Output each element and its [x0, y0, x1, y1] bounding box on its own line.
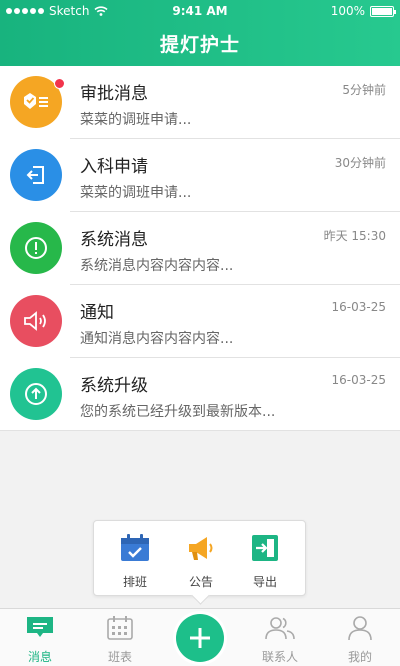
message-title: 系统升级	[80, 376, 148, 396]
calendar-check-icon	[121, 534, 149, 561]
tab-label: 消息	[27, 650, 52, 664]
message-icon	[27, 617, 53, 637]
message-preview: 菜菜的调班申请...	[80, 112, 192, 128]
message-preview: 系统消息内容内容内容...	[80, 258, 234, 274]
export-action-button[interactable]: 导出	[240, 533, 290, 590]
export-icon	[252, 535, 278, 561]
tab-profile[interactable]: 我的	[330, 615, 390, 665]
message-title: 系统消息	[80, 230, 148, 250]
status-bar: Sketch 9:41 AM 100%	[0, 0, 400, 22]
app-header: Sketch 9:41 AM 100% 提灯护士	[0, 0, 400, 66]
message-time: 昨天 15:30	[323, 229, 386, 243]
battery-percent: 100%	[330, 4, 365, 18]
message-title: 入科申请	[80, 157, 148, 177]
battery-icon	[370, 5, 396, 17]
message-preview: 菜菜的调班申请...	[80, 185, 192, 201]
megaphone-icon	[189, 537, 213, 560]
message-time: 30分钟前	[334, 156, 386, 170]
profile-icon	[348, 616, 372, 641]
quick-action-popup: 排班 公告 导出	[93, 520, 306, 596]
message-row-enter-department[interactable]: 入科申请 30分钟前 菜菜的调班申请...	[0, 139, 400, 212]
message-title: 通知	[80, 303, 114, 323]
plus-icon	[190, 628, 210, 648]
message-time: 16-03-25	[331, 300, 386, 314]
tab-label: 班表	[107, 650, 132, 664]
speaker-icon	[10, 295, 62, 347]
contacts-icon	[265, 617, 295, 640]
enter-department-icon	[10, 149, 62, 201]
message-time: 16-03-25	[331, 373, 386, 387]
page-title: 提灯护士	[159, 34, 240, 56]
upgrade-icon	[10, 368, 62, 420]
tab-contacts[interactable]: 联系人	[250, 615, 310, 665]
schedule-action-label: 排班	[122, 575, 147, 589]
tab-messages[interactable]: 消息	[10, 615, 70, 665]
export-action-label: 导出	[252, 575, 277, 589]
message-time: 5分钟前	[342, 83, 386, 97]
announcement-action-label: 公告	[188, 575, 213, 589]
tab-label: 联系人	[261, 650, 298, 664]
message-preview: 通知消息内容内容内容...	[80, 331, 234, 347]
announcement-action-button[interactable]: 公告	[176, 533, 226, 590]
message-list: 审批消息 5分钟前 菜菜的调班申请... 入科申请 30分钟前 菜菜的调班申请.…	[0, 66, 400, 431]
alert-icon	[10, 222, 62, 274]
unread-badge	[54, 78, 65, 89]
schedule-action-button[interactable]: 排班	[110, 533, 160, 590]
message-title: 审批消息	[80, 84, 148, 104]
message-row-upgrade[interactable]: 系统升级 16-03-25 您的系统已经升级到最新版本...	[0, 358, 400, 431]
message-row-system[interactable]: 系统消息 昨天 15:30 系统消息内容内容内容...	[0, 212, 400, 285]
schedule-icon	[107, 616, 133, 640]
message-row-notice[interactable]: 通知 16-03-25 通知消息内容内容内容...	[0, 285, 400, 358]
tab-schedule[interactable]: 班表	[90, 615, 150, 665]
add-button[interactable]	[176, 614, 224, 662]
message-preview: 您的系统已经升级到最新版本...	[80, 404, 276, 420]
message-row-approval[interactable]: 审批消息 5分钟前 菜菜的调班申请...	[0, 66, 400, 139]
tab-label: 我的	[347, 650, 372, 664]
